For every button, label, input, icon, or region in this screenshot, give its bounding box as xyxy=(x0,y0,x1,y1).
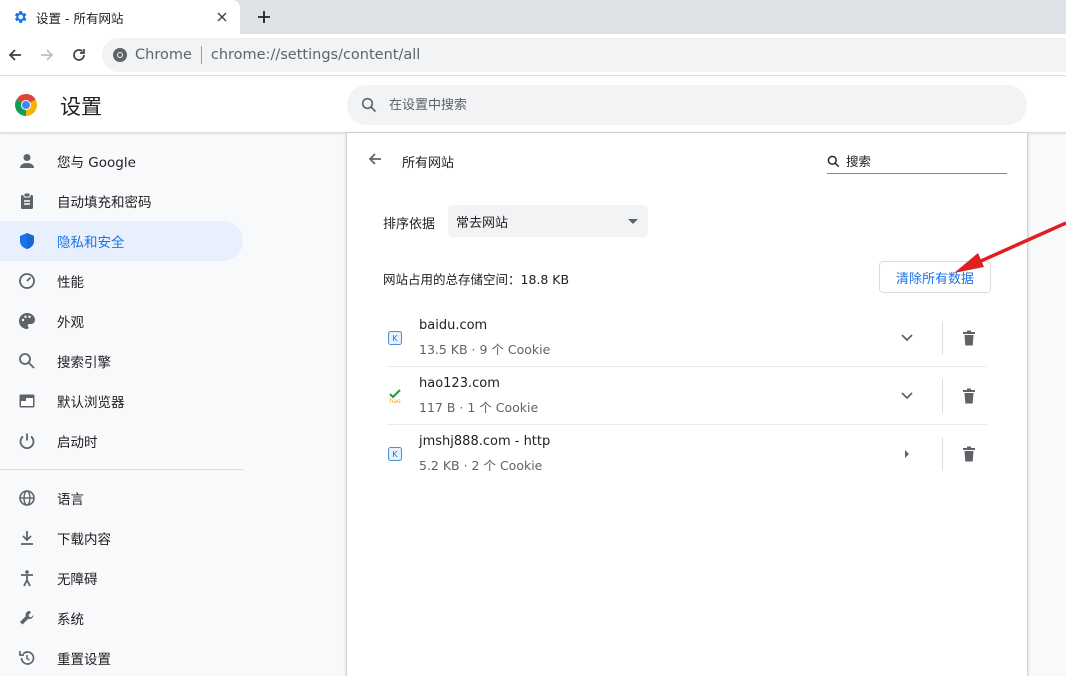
sidebar-item-label: 您与 Google xyxy=(57,155,136,171)
sidebar-divider xyxy=(0,469,243,470)
arrow-right-icon[interactable] xyxy=(895,442,919,466)
sidebar-item-search-engine[interactable]: 搜索引擎 xyxy=(0,341,243,381)
svg-text:K: K xyxy=(392,334,398,343)
reset-icon xyxy=(17,648,37,668)
palette-icon xyxy=(17,311,37,331)
accessibility-icon xyxy=(17,568,37,588)
site-favicon-icon: K xyxy=(387,446,403,462)
arrow-left-icon xyxy=(8,49,21,61)
arrow-left-icon xyxy=(368,153,381,165)
sidebar-item-accessibility[interactable]: 无障碍 xyxy=(0,558,243,598)
sidebar-item-label: 启动时 xyxy=(57,435,98,451)
sidebar-item-you-and-google[interactable]: 您与 Google xyxy=(0,141,243,181)
sidebar-item-performance[interactable]: 性能 xyxy=(0,261,243,301)
clipboard-icon xyxy=(17,191,37,211)
tab-strip: 设置 - 所有网站 xyxy=(0,0,1066,34)
reload-icon xyxy=(73,49,85,61)
settings-search[interactable] xyxy=(347,85,1027,125)
site-row-jmshj888[interactable]: K jmshj888.com - http 5.2 KB · 2 个 Cooki… xyxy=(387,425,987,483)
sidebar-item-privacy[interactable]: 隐私和安全 xyxy=(0,221,243,261)
forward-button[interactable] xyxy=(34,42,60,68)
all-sites-card: 所有网站 排序依据 常去网站 网站占用的总存储空间：18.8 KB 清除所有数据… xyxy=(347,133,1027,676)
reload-button[interactable] xyxy=(66,42,92,68)
sidebar-item-label: 下载内容 xyxy=(57,532,111,548)
sidebar-item-label: 性能 xyxy=(57,275,84,291)
sidebar-item-downloads[interactable]: 下载内容 xyxy=(0,518,243,558)
sidebar-item-label: 外观 xyxy=(57,315,84,331)
total-storage-text: 网站占用的总存储空间：18.8 KB xyxy=(383,272,570,287)
trash-icon[interactable] xyxy=(957,442,981,466)
site-list: K baidu.com 13.5 KB · 9 个 Cookie hao hao… xyxy=(387,309,987,483)
search-icon xyxy=(17,351,37,371)
settings-header: 设置 xyxy=(0,77,1066,133)
subpage-title: 所有网站 xyxy=(402,156,455,171)
site-favicon-icon: K xyxy=(387,330,403,346)
omnibox-divider xyxy=(200,46,202,64)
url-text[interactable]: chrome://settings/content/all xyxy=(211,47,420,63)
sidebar-item-label: 自动填充和密码 xyxy=(57,195,152,211)
search-icon xyxy=(361,97,377,113)
gear-icon xyxy=(14,11,27,23)
settings-sidebar: 您与 Google 自动填充和密码 隐私和安全 性能 外观 搜索引擎 默认浏览器… xyxy=(0,141,243,676)
search-icon xyxy=(827,155,840,168)
trash-icon[interactable] xyxy=(957,384,981,408)
site-row-hao123[interactable]: hao hao123.com 117 B · 1 个 Cookie xyxy=(387,367,987,425)
sidebar-item-reset[interactable]: 重置设置 xyxy=(0,638,243,676)
sidebar-item-label: 默认浏览器 xyxy=(57,395,125,411)
close-icon[interactable] xyxy=(210,5,234,29)
row-divider xyxy=(942,379,943,413)
sidebar-item-label: 无障碍 xyxy=(57,572,98,588)
site-favicon-icon: hao xyxy=(387,388,403,404)
shield-icon xyxy=(17,231,37,251)
svg-text:K: K xyxy=(392,450,398,459)
row-divider xyxy=(942,321,943,355)
globe-icon xyxy=(17,488,37,508)
sort-value: 常去网站 xyxy=(456,215,509,231)
plus-icon xyxy=(258,11,270,23)
tab-title: 设置 - 所有网站 xyxy=(36,10,124,26)
browser-icon xyxy=(17,391,37,411)
sort-label: 排序依据 xyxy=(383,217,436,232)
back-arrow-button[interactable] xyxy=(365,149,385,169)
sidebar-item-label: 搜索引擎 xyxy=(57,355,111,371)
address-bar[interactable]: Chrome chrome://settings/content/all xyxy=(102,38,1066,72)
tab-settings[interactable]: 设置 - 所有网站 xyxy=(0,0,240,34)
sidebar-item-label: 系统 xyxy=(57,612,84,628)
browser-toolbar: Chrome chrome://settings/content/all xyxy=(0,34,1066,76)
chevron-down-icon[interactable] xyxy=(895,326,919,350)
site-search[interactable] xyxy=(827,150,1007,174)
omnibox-chrome-label: Chrome xyxy=(135,47,192,63)
clear-all-data-button[interactable]: 清除所有数据 xyxy=(879,261,991,293)
site-row-baidu[interactable]: K baidu.com 13.5 KB · 9 个 Cookie xyxy=(387,309,987,367)
chrome-logo-icon xyxy=(15,94,37,116)
sort-dropdown[interactable]: 常去网站 xyxy=(448,205,648,237)
gauge-icon xyxy=(17,271,37,291)
sidebar-item-appearance[interactable]: 外观 xyxy=(0,301,243,341)
person-icon xyxy=(17,151,37,171)
power-icon xyxy=(17,431,37,451)
trash-icon[interactable] xyxy=(957,326,981,350)
sidebar-item-autofill[interactable]: 自动填充和密码 xyxy=(0,181,243,221)
page-title: 设置 xyxy=(60,95,102,119)
chrome-icon xyxy=(113,48,127,62)
sidebar-item-label: 语言 xyxy=(57,492,84,508)
sidebar-item-languages[interactable]: 语言 xyxy=(0,478,243,518)
svg-text:hao: hao xyxy=(389,398,400,404)
sidebar-item-on-startup[interactable]: 启动时 xyxy=(0,421,243,461)
sidebar-item-system[interactable]: 系统 xyxy=(0,598,243,638)
back-button[interactable] xyxy=(2,42,28,68)
sidebar-item-default-browser[interactable]: 默认浏览器 xyxy=(0,381,243,421)
site-search-input[interactable] xyxy=(846,154,996,169)
chevron-down-icon[interactable] xyxy=(895,384,919,408)
download-icon xyxy=(17,528,37,548)
new-tab-button[interactable] xyxy=(252,5,276,29)
row-divider xyxy=(942,437,943,471)
arrow-right-icon xyxy=(41,49,54,61)
sidebar-item-label: 隐私和安全 xyxy=(57,235,125,251)
settings-search-input[interactable] xyxy=(389,97,989,113)
sidebar-item-label: 重置设置 xyxy=(57,652,111,668)
wrench-icon xyxy=(17,608,37,628)
caret-down-icon xyxy=(628,218,638,224)
